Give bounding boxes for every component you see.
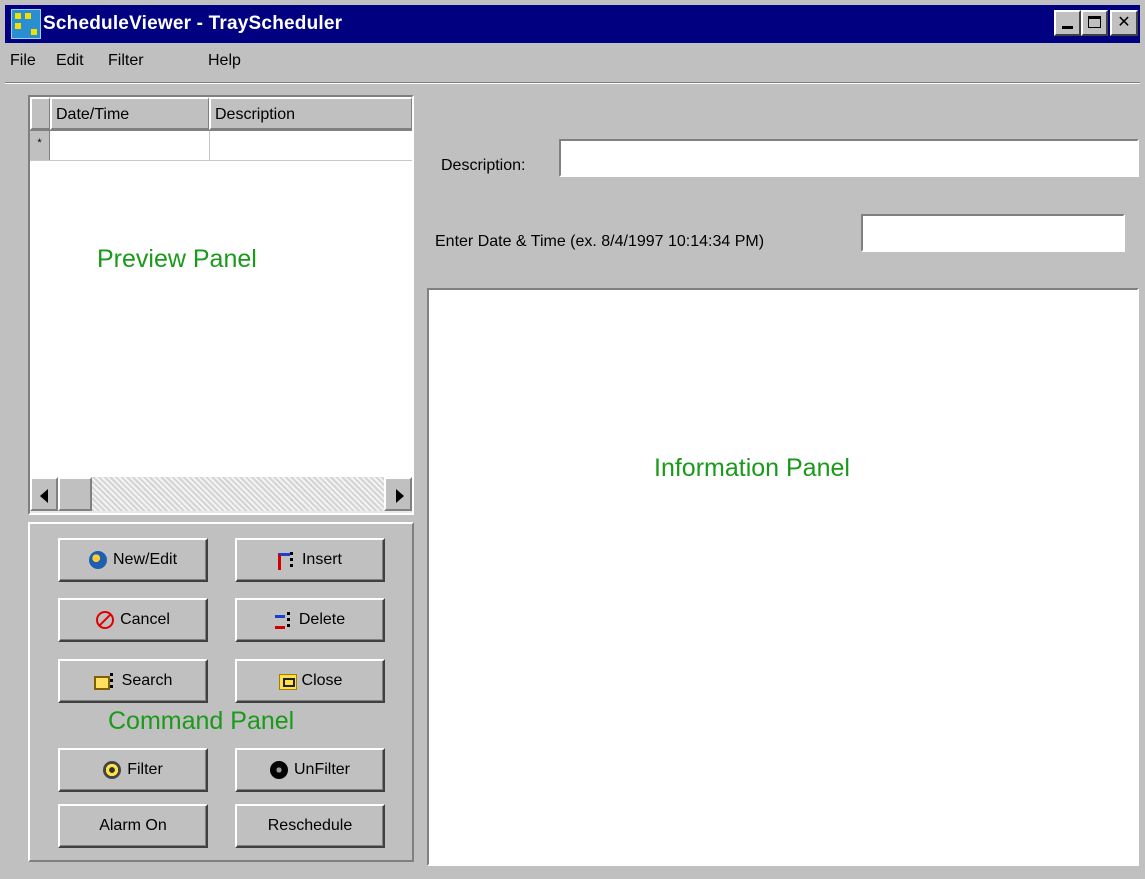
table-row[interactable]: * — [30, 131, 412, 161]
grid-header: Date/Time Description — [30, 97, 412, 131]
alarm-on-label: Alarm On — [99, 817, 167, 834]
cell-divider — [209, 131, 210, 160]
unfilter-button[interactable]: UnFilter — [235, 748, 385, 792]
column-header-datetime[interactable]: Date/Time — [50, 97, 209, 130]
information-panel-annotation: Information Panel — [654, 454, 850, 482]
maximize-button[interactable] — [1081, 10, 1108, 36]
cancel-button[interactable]: Cancel — [58, 598, 208, 642]
cancel-label: Cancel — [120, 611, 170, 628]
menu-edit[interactable]: Edit — [56, 52, 84, 70]
close-button[interactable]: Close — [235, 659, 385, 703]
description-label: Description: — [441, 157, 526, 174]
globe-icon — [88, 551, 107, 569]
column-header-description[interactable]: Description — [209, 97, 412, 130]
horizontal-scrollbar[interactable] — [30, 477, 412, 513]
menu-separator — [5, 82, 1140, 84]
scroll-left-arrow-icon[interactable] — [30, 477, 58, 511]
menu-bar: File Edit Filter Help — [5, 46, 1140, 80]
scroll-right-arrow-icon[interactable] — [384, 477, 412, 511]
menu-filter[interactable]: Filter — [108, 52, 144, 70]
scroll-track[interactable] — [58, 477, 384, 511]
insert-label: Insert — [301, 551, 342, 568]
preview-panel[interactable]: Date/Time Description * Preview Panel — [28, 95, 414, 515]
close-folder-icon — [278, 672, 297, 690]
new-edit-label: New/Edit — [112, 551, 178, 568]
delete-icon — [274, 611, 293, 629]
title-bar[interactable]: ScheduleViewer - TrayScheduler — [5, 5, 1140, 43]
delete-label: Delete — [298, 611, 346, 628]
unfilter-label: UnFilter — [293, 761, 350, 778]
information-panel[interactable]: Information Panel — [427, 288, 1139, 866]
close-window-button[interactable] — [1110, 10, 1138, 36]
insert-button[interactable]: Insert — [235, 538, 385, 582]
new-row-marker[interactable]: * — [30, 131, 50, 160]
filter-icon — [103, 761, 122, 779]
alarm-on-button[interactable]: Alarm On — [58, 804, 208, 848]
reschedule-label: Reschedule — [267, 817, 353, 834]
search-icon — [93, 672, 116, 690]
schedule-viewer-window: ScheduleViewer - TrayScheduler File Edit… — [0, 0, 1145, 879]
preview-panel-annotation: Preview Panel — [97, 245, 257, 273]
unfilter-icon — [269, 761, 288, 779]
new-edit-button[interactable]: New/Edit — [58, 538, 208, 582]
search-label: Search — [121, 672, 173, 689]
close-label: Close — [301, 672, 343, 689]
datetime-field[interactable] — [861, 214, 1125, 252]
minimize-button[interactable] — [1054, 10, 1081, 36]
search-button[interactable]: Search — [58, 659, 208, 703]
delete-button[interactable]: Delete — [235, 598, 385, 642]
menu-file[interactable]: File — [10, 52, 36, 70]
reschedule-button[interactable]: Reschedule — [235, 804, 385, 848]
window-title: ScheduleViewer - TrayScheduler — [43, 13, 343, 34]
prohibited-icon — [96, 611, 115, 629]
datetime-label: Enter Date & Time (ex. 8/4/1997 10:14:34… — [435, 233, 765, 250]
command-panel: New/Edit Insert Cancel Delete Search Clo… — [28, 522, 414, 862]
menu-help[interactable]: Help — [208, 52, 241, 70]
insert-icon — [277, 551, 296, 570]
filter-button[interactable]: Filter — [58, 748, 208, 792]
grid-corner[interactable] — [30, 97, 50, 130]
command-panel-annotation: Command Panel — [108, 707, 295, 735]
description-field[interactable] — [559, 139, 1139, 177]
scroll-thumb[interactable] — [58, 477, 92, 511]
app-icon[interactable] — [11, 9, 41, 39]
filter-label: Filter — [127, 761, 163, 778]
